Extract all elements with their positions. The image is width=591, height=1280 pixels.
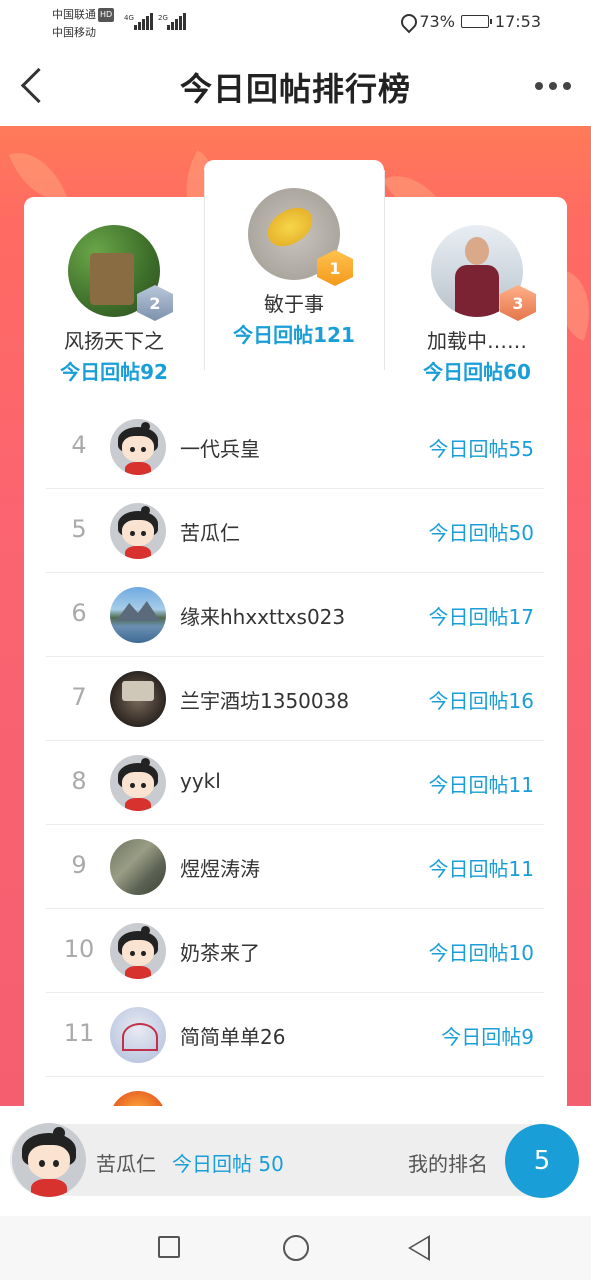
- reply-count: 今日回帖11: [428, 773, 534, 797]
- user-name: 一代兵皇: [180, 437, 260, 461]
- podium-count: 今日回帖121: [233, 323, 355, 347]
- status-right: 73% 17:53: [401, 12, 541, 31]
- signal-icon-secondary: [167, 12, 186, 30]
- rank-number: 11: [63, 1019, 95, 1047]
- home-icon[interactable]: [283, 1235, 309, 1261]
- page-title: 今日回帖排行榜: [179, 70, 411, 108]
- my-avatar: [12, 1123, 86, 1197]
- podium-name: 敏于事: [264, 292, 324, 316]
- avatar: [110, 923, 166, 979]
- user-name: 奶茶来了: [180, 941, 260, 965]
- divider: [204, 170, 205, 370]
- avatar: [110, 671, 166, 727]
- rank-number: 9: [71, 851, 87, 879]
- list-item[interactable]: 9 煜煜涛涛 今日回帖11: [46, 825, 544, 909]
- rank-number: 6: [71, 599, 87, 627]
- user-name: yykl: [180, 769, 221, 793]
- status-bar: 中国联通 HD 中国移动 4G 2G 73% 17:53: [0, 0, 591, 46]
- podium-name: 风扬天下之: [64, 329, 164, 353]
- reply-count: 今日回帖11: [428, 857, 534, 881]
- system-back-icon[interactable]: [408, 1235, 430, 1261]
- list-item[interactable]: 11 简简单单26 今日回帖9: [46, 993, 544, 1077]
- avatar: [110, 419, 166, 475]
- my-reply-count: 今日回帖 50: [172, 1152, 284, 1176]
- user-name: 缘来hhxxttxs023: [180, 605, 346, 629]
- user-name: 兰宇酒坊1350038: [180, 689, 350, 713]
- list-item[interactable]: 6 缘来hhxxttxs023 今日回帖17: [46, 573, 544, 657]
- battery-icon: [460, 15, 492, 28]
- system-navigation-bar: [0, 1216, 591, 1280]
- list-item[interactable]: 5 苦瓜仁 今日回帖50: [46, 489, 544, 573]
- recent-apps-icon[interactable]: [158, 1236, 180, 1258]
- avatar: [110, 839, 166, 895]
- battery-percent: 73%: [419, 12, 455, 31]
- clock: 17:53: [494, 12, 541, 31]
- more-dot-icon: [549, 82, 557, 90]
- avatar: [110, 503, 166, 559]
- reply-count: 今日回帖55: [428, 437, 534, 461]
- podium-count: 今日回帖92: [60, 360, 168, 384]
- rank-number: 10: [63, 935, 95, 963]
- hd-badge: HD: [98, 8, 115, 22]
- list-item[interactable]: 10 奶茶来了 今日回帖10: [46, 909, 544, 993]
- reply-count: 今日回帖9: [441, 1025, 534, 1049]
- more-options-button[interactable]: [529, 72, 577, 100]
- carrier-secondary-label: 中国移动: [52, 26, 96, 39]
- list-item[interactable]: 8 yykl 今日回帖11: [46, 741, 544, 825]
- top-navigation-bar: 今日回帖排行榜: [0, 46, 591, 126]
- medal-rank: 3: [512, 293, 524, 313]
- avatar: [110, 587, 166, 643]
- carrier-primary-label: 中国联通: [52, 8, 96, 21]
- podium-name: 加载中……: [427, 329, 527, 353]
- my-rank-label: 我的排名: [408, 1152, 488, 1176]
- my-name: 苦瓜仁: [96, 1152, 156, 1176]
- reply-count: 今日回帖17: [428, 605, 534, 629]
- list-item[interactable]: 4 一代兵皇 今日回帖55: [46, 405, 544, 489]
- list-item[interactable]: 7 兰宇酒坊1350038 今日回帖16: [46, 657, 544, 741]
- my-rank-bar: [0, 1106, 591, 1216]
- rank-number: 8: [71, 767, 87, 795]
- reply-count: 今日回帖16: [428, 689, 534, 713]
- reply-count: 今日回帖50: [428, 521, 534, 545]
- divider: [384, 170, 385, 370]
- carrier-primary: 中国联通 HD: [52, 8, 115, 22]
- rank-number: 4: [71, 431, 87, 459]
- avatar: [110, 755, 166, 811]
- user-name: 煜煜涛涛: [180, 857, 260, 881]
- signal-icon: [134, 12, 153, 30]
- rank-number: 7: [71, 683, 87, 711]
- user-name: 简简单单26: [180, 1025, 286, 1049]
- more-dot-icon: [535, 82, 543, 90]
- podium-count: 今日回帖60: [423, 360, 531, 384]
- my-rank-badge: 5: [505, 1124, 579, 1198]
- network-type-4g: 4G: [124, 14, 134, 22]
- medal-rank: 1: [329, 258, 341, 278]
- user-name: 苦瓜仁: [180, 521, 240, 545]
- rank-number: 5: [71, 515, 87, 543]
- avatar: [110, 1007, 166, 1063]
- location-icon: [401, 14, 413, 30]
- medal-rank: 2: [149, 293, 161, 313]
- reply-count: 今日回帖10: [428, 941, 534, 965]
- more-dot-icon: [563, 82, 571, 90]
